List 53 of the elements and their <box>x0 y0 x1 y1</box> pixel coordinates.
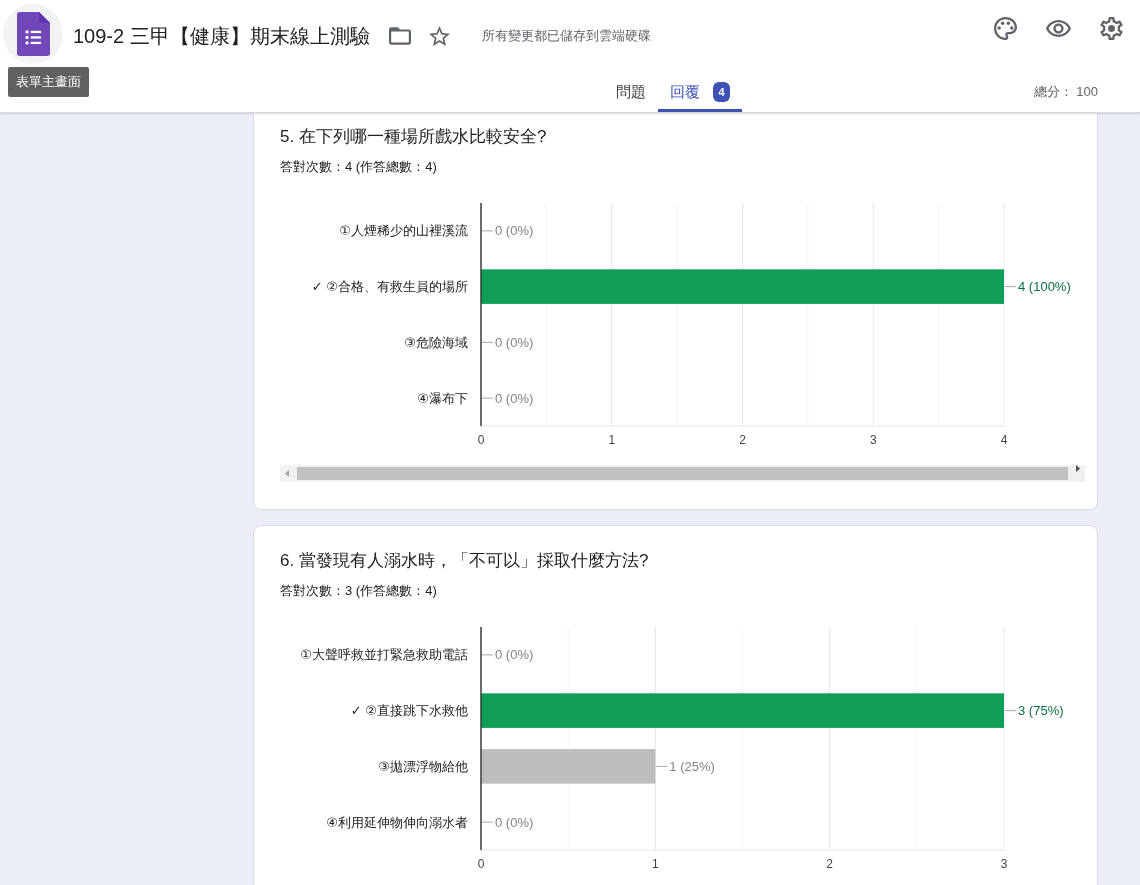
folder-icon[interactable] <box>388 27 411 45</box>
answer-option-label: ✓ ②直接跳下水救他 <box>350 703 468 719</box>
palette-icon[interactable] <box>994 17 1017 40</box>
answer-option-label: ①大聲呼救並打緊急救助電話 <box>300 647 468 663</box>
axis-tick-label: 2 <box>826 857 833 871</box>
total-points: 總分： 100 <box>1033 83 1098 101</box>
save-status: 所有變更都已儲存到雲端硬碟 <box>481 27 651 45</box>
right-arrow-icon[interactable] <box>1076 465 1080 472</box>
value-label: 0 (0%) <box>495 223 534 239</box>
leader-line <box>1004 286 1017 288</box>
value-label: 3 (75%) <box>1018 703 1064 719</box>
tooltip: 表單主畫面 <box>8 67 89 97</box>
score-summary: 答對次數：3 (作答總數：4) <box>280 583 438 599</box>
leader-line <box>481 654 494 656</box>
leader-line <box>481 230 494 232</box>
value-label: 0 (0%) <box>495 647 534 663</box>
value-label: 0 (0%) <box>495 334 534 350</box>
axis-tick-label: 0 <box>477 433 485 447</box>
scrollbar-thumb[interactable] <box>297 467 1068 480</box>
leader-line <box>481 821 494 823</box>
answer-option-label: ③拋漂浮物給他 <box>378 758 468 774</box>
tab[interactable]: 問題 <box>604 72 658 112</box>
leader-line <box>481 397 494 399</box>
form-title: 109-2 三甲【健康】期末線上測驗 <box>73 23 370 49</box>
value-label: 4 (100%) <box>1018 279 1071 295</box>
question-title: 6. 當發現有人溺水時，「不可以」採取什麼方法? <box>280 550 650 572</box>
question-title: 5. 在下列哪一種場所戲水比較安全? <box>280 126 548 148</box>
list-document-icon[interactable] <box>16 11 50 56</box>
axis-tick-label: 0 <box>477 857 485 871</box>
value-label: 0 (0%) <box>495 390 534 406</box>
eye-icon[interactable] <box>1046 20 1071 37</box>
answer-option-label: ✓ ②合格、有救生員的場所 <box>311 279 468 295</box>
axis-tick-label: 1 <box>608 433 616 447</box>
axis-tick-label: 2 <box>739 433 746 447</box>
axis-tick-label: 4 <box>1000 433 1008 447</box>
answer-option-label: ④瀑布下 <box>417 390 468 406</box>
answer-option-label: ①人煙稀少的山裡溪流 <box>339 223 468 239</box>
tab[interactable]: 回覆 4 <box>658 72 742 112</box>
leader-line <box>655 765 668 767</box>
horizontal-scrollbar[interactable] <box>280 465 1085 482</box>
settings-icon[interactable] <box>1100 17 1123 40</box>
answer-option-label: ③危險海域 <box>404 334 468 350</box>
leader-line <box>481 341 494 343</box>
star-icon[interactable] <box>428 26 450 46</box>
score-summary: 答對次數：4 (作答總數：4) <box>280 159 438 175</box>
value-label: 0 (0%) <box>495 814 534 830</box>
axis-tick-label: 1 <box>652 857 659 871</box>
count-badge: 4 <box>713 82 730 102</box>
leader-line <box>1004 710 1017 712</box>
axis-tick-label: 3 <box>869 433 877 447</box>
axis-tick-label: 3 <box>1000 857 1008 871</box>
value-label: 1 (25%) <box>669 758 715 774</box>
answer-option-label: ④利用延伸物伸向溺水者 <box>326 814 468 830</box>
